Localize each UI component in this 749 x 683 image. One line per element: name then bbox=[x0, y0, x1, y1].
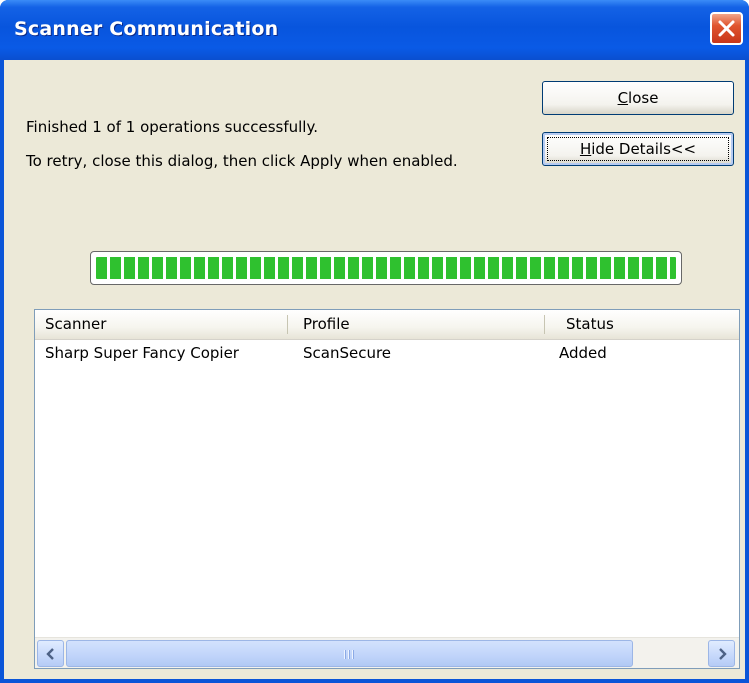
dialog-window: Scanner Communication Finished 1 of 1 op… bbox=[0, 0, 749, 683]
close-button-label: lose bbox=[628, 89, 659, 107]
status-message: Finished 1 of 1 operations successfully. bbox=[26, 118, 318, 136]
column-header-profile[interactable]: Profile bbox=[293, 310, 543, 339]
window-title: Scanner Communication bbox=[14, 18, 279, 40]
grip-icon bbox=[344, 650, 356, 659]
window-frame-bottom bbox=[0, 679, 749, 683]
hide-details-label: ide Details<< bbox=[591, 140, 697, 158]
progress-bar bbox=[90, 251, 682, 285]
dialog-body: Finished 1 of 1 operations successfully.… bbox=[4, 60, 745, 679]
column-header-scanner[interactable]: Scanner bbox=[35, 310, 287, 339]
cell-scanner: Sharp Super Fancy Copier bbox=[45, 344, 239, 362]
title-bar[interactable]: Scanner Communication bbox=[0, 0, 749, 60]
results-list[interactable]: Scanner Profile Status Sharp Super Fancy… bbox=[34, 309, 740, 669]
table-row[interactable]: Sharp Super Fancy Copier ScanSecure Adde… bbox=[35, 341, 739, 365]
retry-message: To retry, close this dialog, then click … bbox=[26, 152, 458, 170]
close-icon[interactable] bbox=[710, 12, 743, 45]
chevron-left-icon[interactable] bbox=[37, 640, 64, 667]
hide-details-mnemonic: H bbox=[579, 140, 592, 158]
close-button[interactable]: Close bbox=[542, 81, 734, 115]
cell-profile: ScanSecure bbox=[303, 344, 392, 362]
list-header: Scanner Profile Status bbox=[35, 310, 739, 340]
column-header-status[interactable]: Status bbox=[556, 310, 736, 339]
horizontal-scrollbar[interactable] bbox=[35, 637, 739, 668]
hide-details-button[interactable]: Hide Details<< bbox=[542, 132, 734, 166]
column-separator[interactable] bbox=[544, 315, 545, 334]
cell-status: Added bbox=[559, 344, 607, 362]
column-separator[interactable] bbox=[287, 315, 288, 334]
progress-fill bbox=[96, 257, 676, 279]
chevron-right-icon[interactable] bbox=[708, 640, 735, 667]
scrollbar-thumb[interactable] bbox=[66, 640, 633, 667]
close-button-mnemonic: C bbox=[617, 89, 629, 107]
